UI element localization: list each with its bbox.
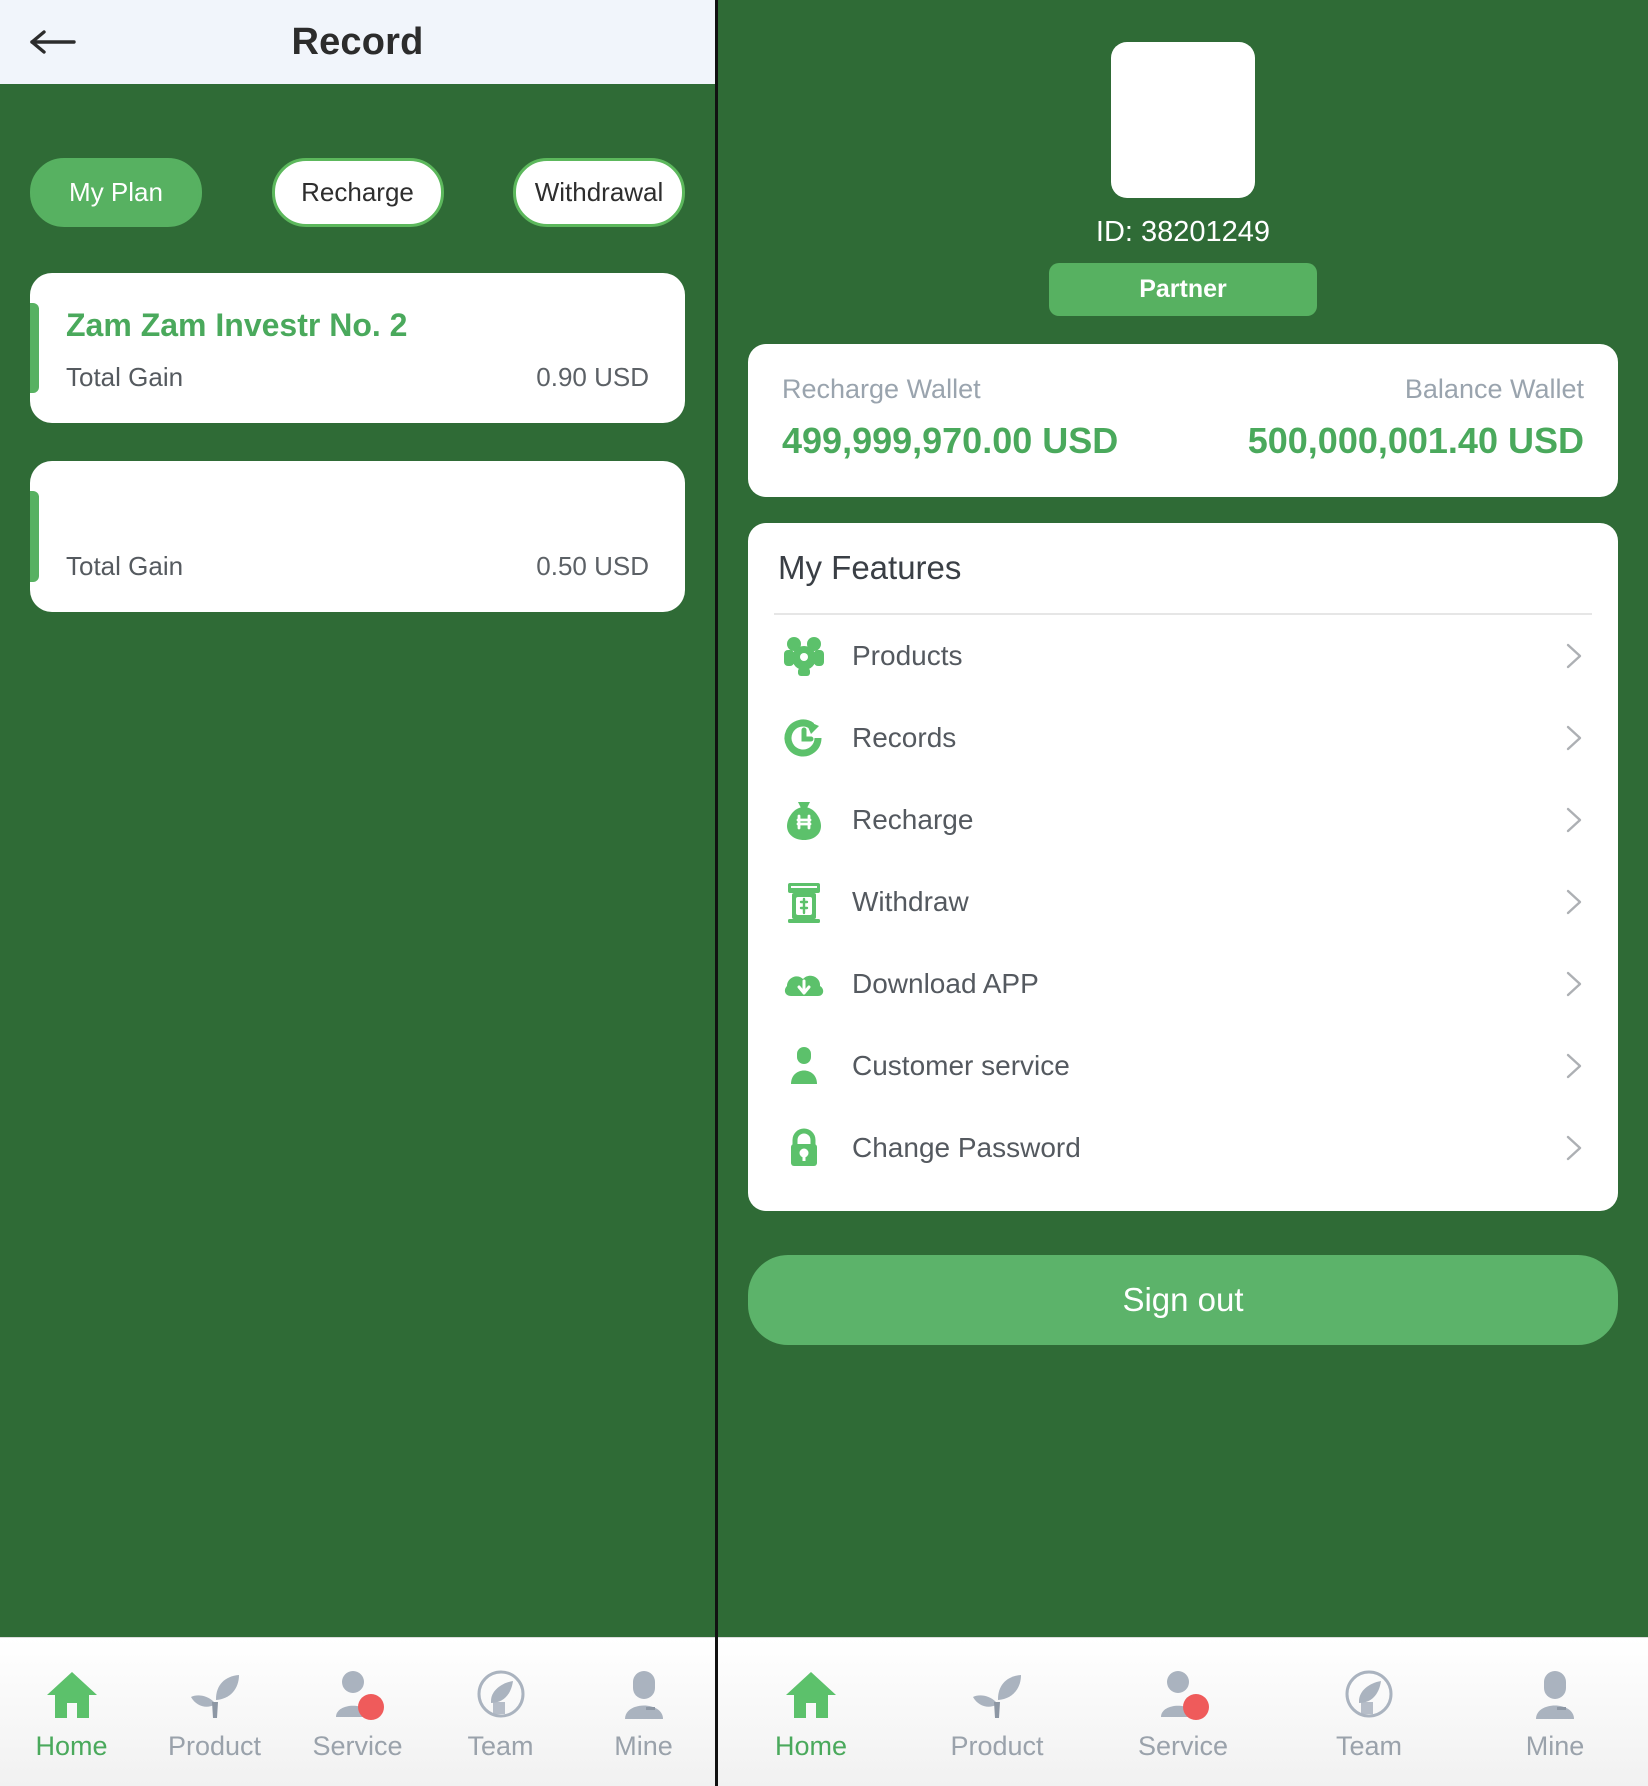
user-bust-icon [1527,1663,1583,1721]
chevron-right-icon [1566,807,1582,833]
products-icon [778,630,830,682]
nav-item-service[interactable]: Service [1090,1663,1276,1762]
tab-withdrawal[interactable]: Withdrawal [513,158,685,227]
nav-label: Service [312,1730,403,1761]
nav-label: Mine [1525,1730,1585,1761]
tab-recharge[interactable]: Recharge [271,158,444,227]
chevron-right-icon [1566,889,1582,915]
record-tabs: My Plan Recharge Withdrawal [0,84,715,227]
status-badge: Partner [1049,263,1317,316]
bottom-nav: Home Product Service Team Mine [718,1637,1648,1786]
nav-item-mine[interactable]: Mine [572,1663,715,1762]
wallet-label: Recharge Wallet [782,374,981,404]
nav-label: Product [167,1730,262,1761]
sign-out-button[interactable]: Sign out [748,1254,1618,1345]
plan-gain-row: Total Gain 0.50 USD [66,551,649,582]
sprout-icon [187,1663,243,1721]
nav-label: Service [1137,1730,1229,1761]
user-id: ID: 38201249 [1095,216,1271,248]
nav-label: Team [1335,1730,1403,1761]
plan-card[interactable]: Total Gain 0.50 USD [30,461,685,612]
feature-label: Download APP [852,967,1039,999]
nav-item-service[interactable]: Service [286,1663,429,1762]
back-button[interactable] [26,18,80,66]
left-spacer [0,650,715,1786]
wallet-card: Recharge Wallet 499,999,970.00 USD Balan… [748,344,1618,497]
nav-label: Home [774,1730,848,1761]
chevron-right-icon [1566,1135,1582,1161]
plan-gain-label: Total Gain [66,362,184,392]
feature-item-download-app[interactable]: Download APP [748,943,1618,1025]
nav-item-home[interactable]: Home [718,1663,904,1762]
bottom-nav: Home Product Service Team Mine [0,1637,715,1786]
feature-item-records[interactable]: Records [748,697,1618,779]
plan-card[interactable]: Zam Zam Investr No. 2 Total Gain 0.90 US… [30,273,685,423]
plan-gain-row: Total Gain 0.90 USD [66,362,649,393]
plan-title: Zam Zam Investr No. 2 [66,307,408,343]
service-person-icon [1155,1663,1211,1721]
feature-label: Customer service [852,1049,1070,1081]
dual-screen-container: Record My Plan Recharge Withdrawal Zam Z… [0,0,1648,1786]
plan-gain-label: Total Gain [66,551,184,581]
profile-header: ID: 38201249 Partner [718,0,1648,316]
home-icon [44,1663,100,1721]
avatar[interactable] [1111,42,1255,198]
nav-label: Home [35,1730,108,1761]
nav-label: Team [467,1730,534,1761]
plan-gain-value: 0.90 USD [536,362,649,392]
page-title: Record [291,20,424,63]
team-circle-icon [1341,1663,1397,1721]
wallet-label: Balance Wallet [1404,374,1584,404]
cloud-download-icon [778,958,830,1010]
chevron-right-icon [1566,1053,1582,1079]
nav-item-product[interactable]: Product [143,1663,286,1762]
chevron-right-icon [1566,643,1582,669]
feature-label: Records [852,721,957,753]
arrow-left-icon [30,29,76,55]
features-card: My Features Products Records Recharge Wi… [748,522,1618,1211]
money-bag-icon [778,794,830,846]
mine-screen: ID: 38201249 Partner Recharge Wallet 499… [718,0,1648,1786]
feature-label: Recharge [852,803,974,835]
tab-my-plan[interactable]: My Plan [30,158,202,227]
nav-item-home[interactable]: Home [0,1663,143,1762]
feature-item-recharge[interactable]: Recharge [748,779,1618,861]
recharge-wallet: Recharge Wallet 499,999,970.00 USD [782,374,1135,463]
plan-gain-value: 0.50 USD [536,551,649,581]
nav-item-team[interactable]: Team [1276,1663,1462,1762]
team-circle-icon [473,1663,529,1721]
wallet-amount: 500,000,001.40 USD [1247,420,1584,461]
feature-item-withdraw[interactable]: Withdraw [748,861,1618,943]
features-title: My Features [778,548,962,586]
history-icon [778,712,830,764]
plan-list: Zam Zam Investr No. 2 Total Gain 0.90 US… [0,227,715,650]
nav-label: Product [950,1730,1044,1761]
nav-item-team[interactable]: Team [429,1663,572,1762]
feature-item-change-password[interactable]: Change Password [748,1107,1618,1189]
record-topbar: Record [0,0,715,84]
atm-icon [778,876,830,928]
service-person-icon [330,1663,386,1721]
chevron-right-icon [1566,725,1582,751]
feature-item-customer-service[interactable]: Customer service [748,1025,1618,1107]
home-icon [783,1663,839,1721]
chevron-right-icon [1566,971,1582,997]
wallet-amount: 499,999,970.00 USD [782,420,1119,461]
feature-label: Products [852,639,963,671]
record-screen: Record My Plan Recharge Withdrawal Zam Z… [0,0,718,1786]
balance-wallet: Balance Wallet 500,000,001.40 USD [1231,374,1584,463]
sprout-icon [969,1663,1025,1721]
lock-icon [778,1122,830,1174]
nav-item-mine[interactable]: Mine [1462,1663,1648,1762]
nav-label: Mine [614,1730,673,1761]
feature-label: Change Password [852,1131,1081,1163]
user-bust-icon [616,1663,672,1721]
feature-item-products[interactable]: Products [748,615,1618,697]
person-icon [778,1040,830,1092]
nav-item-product[interactable]: Product [904,1663,1090,1762]
feature-label: Withdraw [852,885,969,917]
